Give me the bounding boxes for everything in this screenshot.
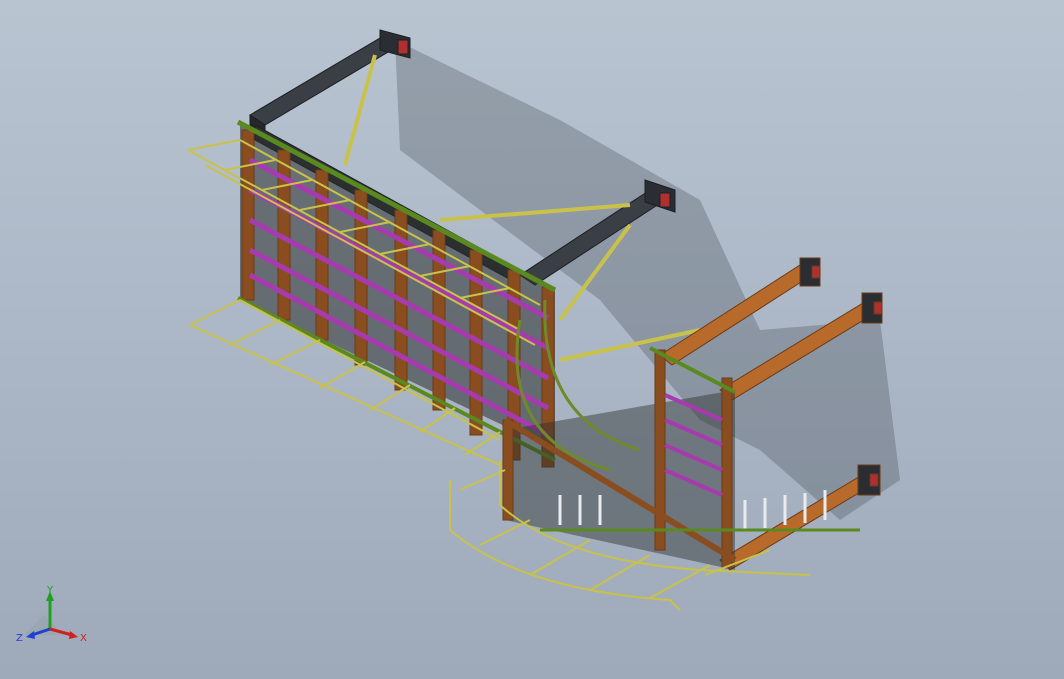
axis-triad: Y X Z — [16, 585, 87, 644]
3d-viewport[interactable]: Y X Z — [0, 0, 1064, 679]
structural-model[interactable] — [0, 0, 1064, 679]
x-axis-label: X — [80, 633, 87, 644]
y-axis-label: Y — [46, 585, 54, 596]
x-arrow-icon — [69, 631, 78, 639]
z-axis-label: Z — [16, 633, 23, 644]
